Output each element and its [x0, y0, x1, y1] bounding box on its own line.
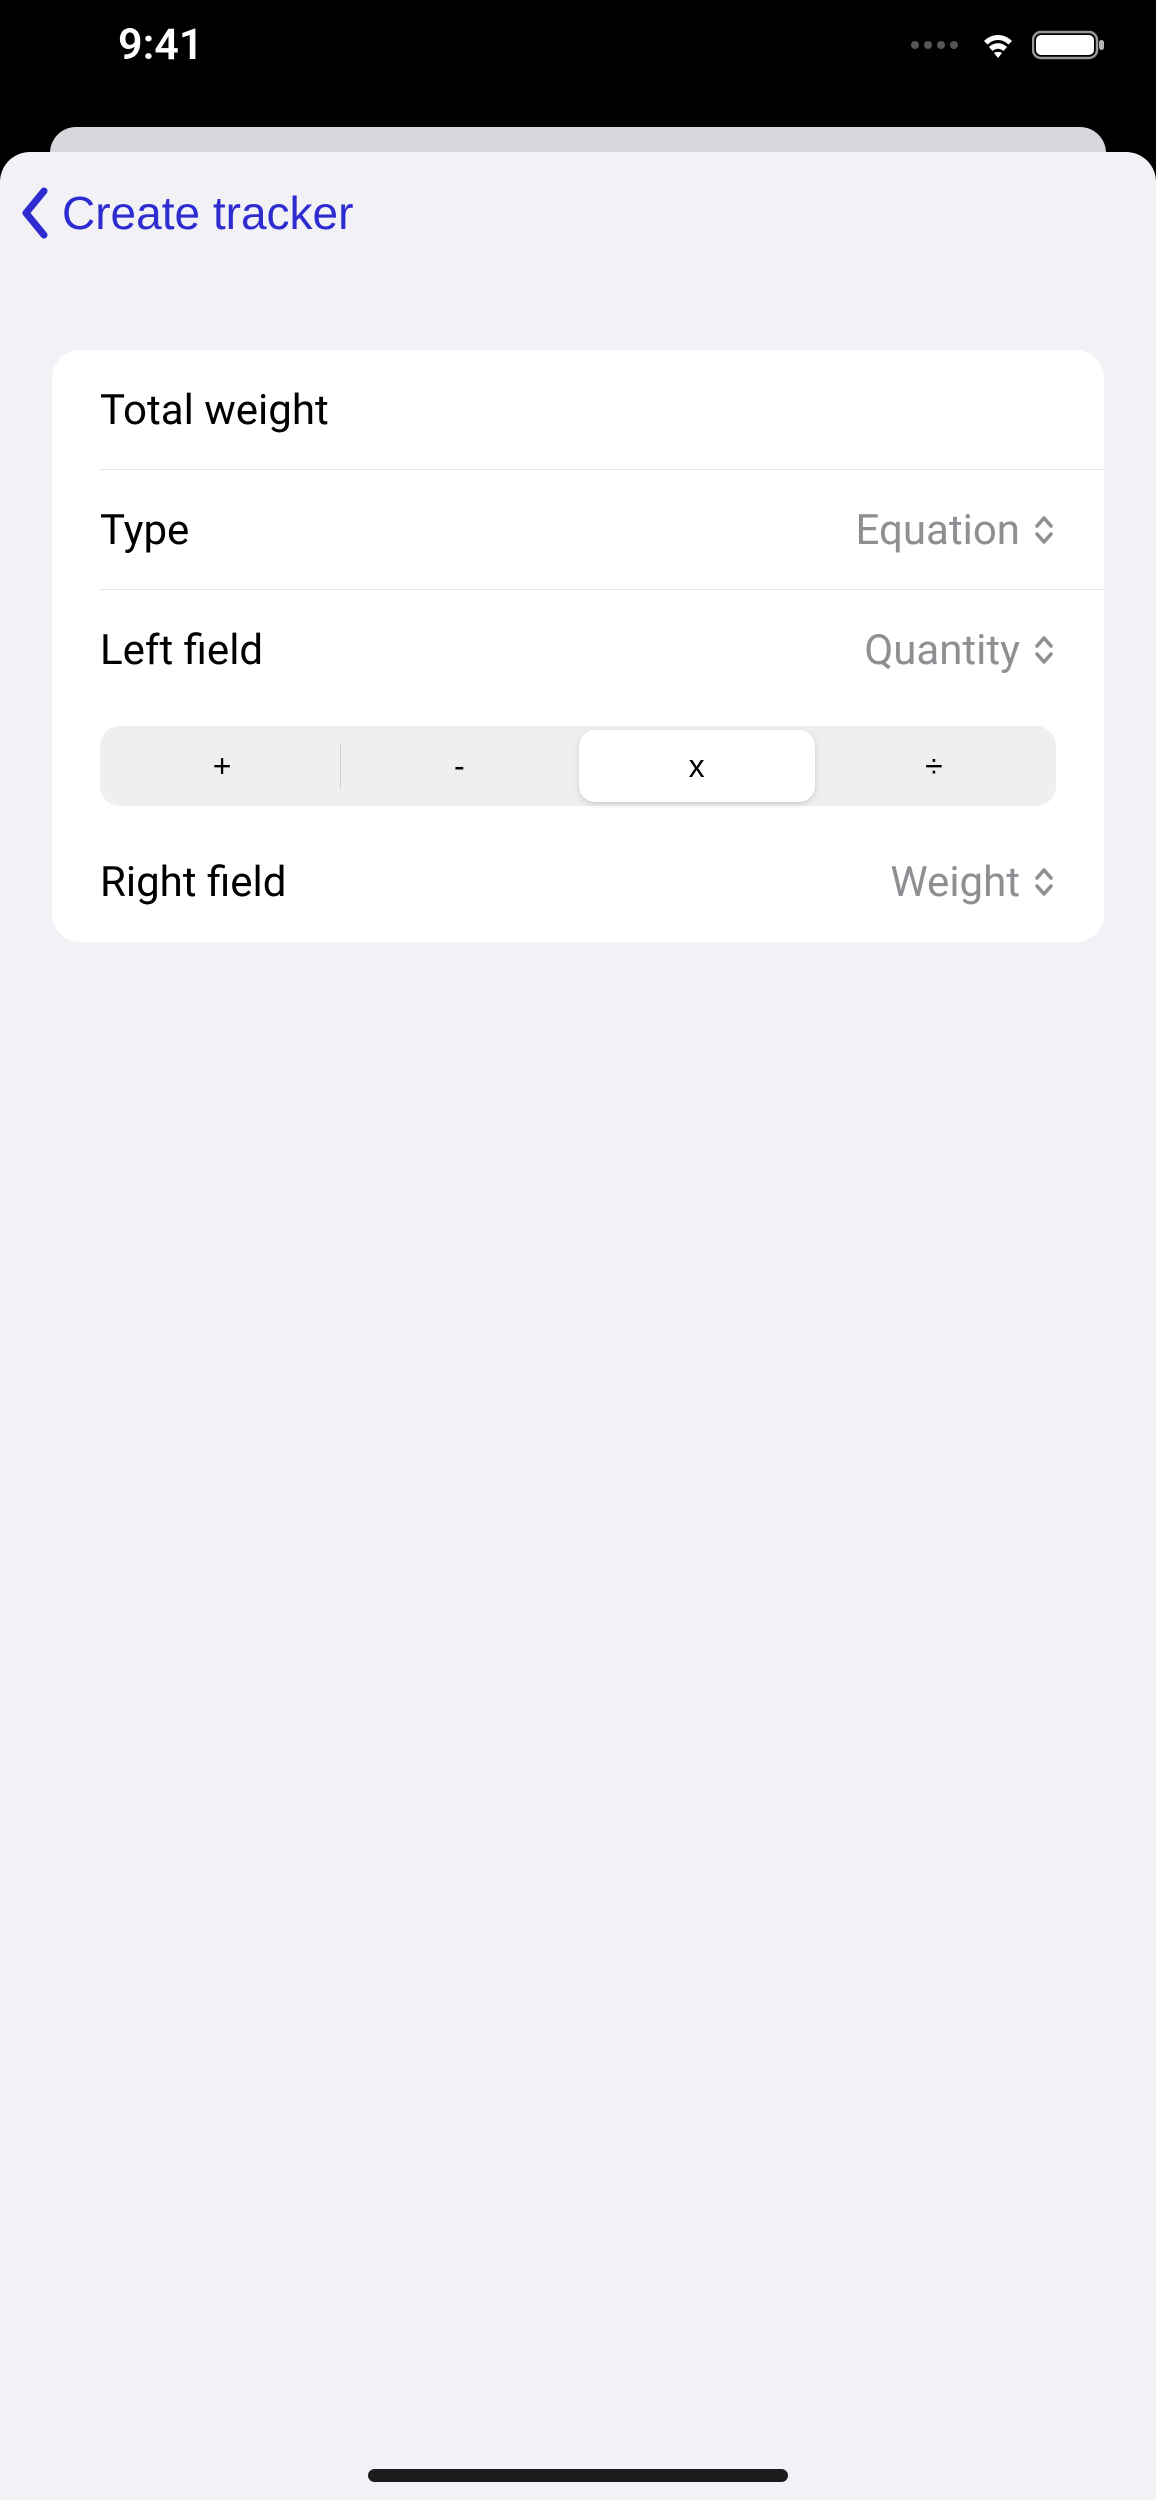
form-card: Total weight Type Equation Left field Qu… [52, 350, 1104, 942]
modal-sheet: Create tracker Total weight Type Equatio… [0, 152, 1156, 2500]
cellular-dots-icon [911, 41, 958, 49]
right-field-value: Weight [890, 858, 1056, 907]
tracker-name-row[interactable]: Total weight [52, 350, 1104, 470]
right-field-row[interactable]: Right field Weight [52, 822, 1104, 942]
back-button[interactable]: Create tracker [18, 186, 353, 240]
left-field-row[interactable]: Left field Quantity [52, 590, 1104, 710]
chevron-up-down-icon [1032, 634, 1056, 666]
home-indicator[interactable] [368, 2469, 788, 2482]
tracker-name-value: Total weight [100, 386, 329, 435]
type-label: Type [100, 506, 189, 555]
operator-multiply[interactable]: x [579, 730, 815, 802]
status-time: 9:41 [118, 20, 203, 70]
nav-header: Create tracker [0, 152, 1156, 256]
left-field-label: Left field [100, 626, 263, 675]
type-row[interactable]: Type Equation [52, 470, 1104, 590]
operator-minus[interactable]: - [341, 730, 577, 802]
operator-divide[interactable]: ÷ [816, 730, 1052, 802]
wifi-icon [976, 28, 1020, 62]
right-field-label: Right field [100, 858, 286, 907]
operator-segmented-control: + - x ÷ [100, 726, 1056, 806]
back-label: Create tracker [62, 186, 353, 240]
left-field-value: Quantity [864, 626, 1056, 675]
status-bar: 9:41 [0, 0, 1156, 80]
battery-icon [1032, 28, 1106, 62]
operator-row: + - x ÷ [52, 710, 1104, 822]
chevron-up-down-icon [1032, 514, 1056, 546]
status-icons [911, 28, 1106, 62]
type-value: Equation [856, 506, 1056, 555]
operator-plus[interactable]: + [104, 730, 340, 802]
chevron-up-down-icon [1032, 866, 1056, 898]
chevron-left-icon [18, 187, 54, 239]
